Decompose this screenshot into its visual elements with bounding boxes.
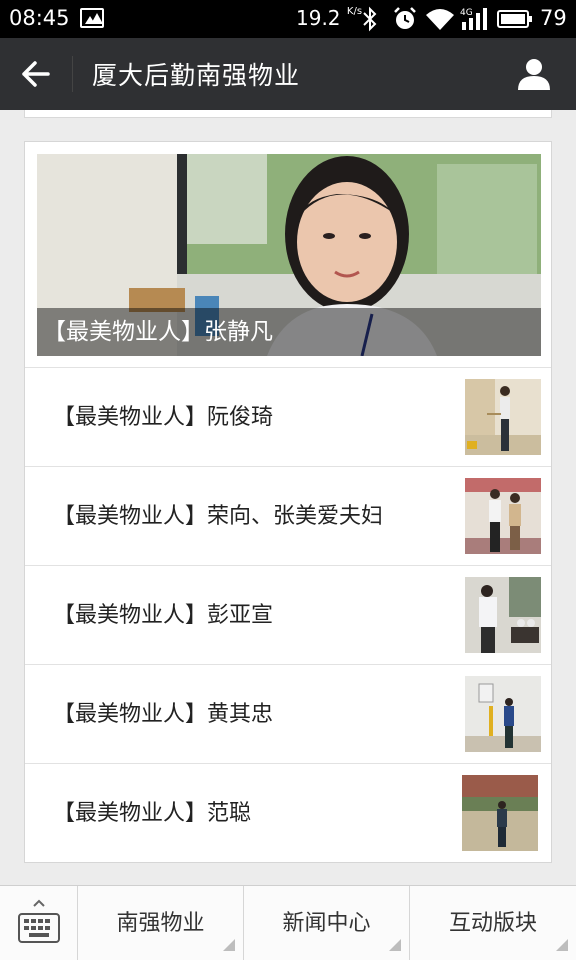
menu-news-center[interactable]: 新闻中心 xyxy=(244,886,410,960)
submenu-indicator-icon xyxy=(556,939,568,951)
keyboard-icon xyxy=(18,899,60,943)
cover-article[interactable]: 【最美物业人】张静凡 xyxy=(37,154,541,356)
image-notification-icon xyxy=(80,8,104,28)
signal-icon: 4G xyxy=(460,8,487,30)
profile-button[interactable] xyxy=(514,54,554,94)
back-arrow-icon xyxy=(22,61,50,87)
cover-caption: 【最美物业人】张静凡 xyxy=(37,308,541,356)
article-item-4[interactable]: 【最美物业人】黄其忠 xyxy=(25,665,551,764)
status-bar: 08:45 19.2 K/s 4G 79 xyxy=(0,0,576,38)
bottom-menu: 南强物业 新闻中心 互动版块 xyxy=(0,885,576,960)
article-title: 【最美物业人】范聪 xyxy=(53,801,252,826)
submenu-indicator-icon xyxy=(389,939,401,951)
alarm-icon xyxy=(394,7,416,29)
menu-interactive-section[interactable]: 互动版块 xyxy=(410,886,576,960)
person-icon xyxy=(518,59,550,90)
network-speed: 19.2 K/s xyxy=(296,6,362,30)
previous-card-edge xyxy=(24,110,552,118)
menu-label: 新闻中心 xyxy=(282,911,371,936)
page-title: 厦大后勤南强物业 xyxy=(92,61,301,90)
article-thumbnail xyxy=(465,676,541,752)
network-speed-value: 19.2 xyxy=(296,6,341,30)
bluetooth-icon xyxy=(363,6,377,32)
back-button[interactable] xyxy=(16,54,56,94)
header-divider xyxy=(72,56,73,92)
submenu-indicator-icon xyxy=(223,939,235,951)
article-item-2[interactable]: 【最美物业人】荣向、张美爱夫妇 xyxy=(25,467,551,566)
battery-level: 79 xyxy=(540,6,567,30)
article-thumbnail xyxy=(465,478,541,554)
article-thumbnail xyxy=(465,577,541,653)
wifi-icon xyxy=(426,9,454,30)
menu-label: 互动版块 xyxy=(448,911,537,936)
keyboard-toggle-button[interactable] xyxy=(0,886,78,960)
article-title: 【最美物业人】阮俊琦 xyxy=(53,405,274,430)
article-item-3[interactable]: 【最美物业人】彭亚宣 xyxy=(25,566,551,665)
article-title: 【最美物业人】黄其忠 xyxy=(53,702,274,727)
menu-label: 南强物业 xyxy=(116,911,205,936)
app-header: 厦大后勤南强物业 xyxy=(0,38,576,110)
status-time: 08:45 xyxy=(9,6,70,30)
article-item-1[interactable]: 【最美物业人】阮俊琦 xyxy=(25,368,551,467)
network-type-label: 4G xyxy=(460,8,473,18)
article-item-5[interactable]: 【最美物业人】范聪 xyxy=(25,764,551,863)
article-thumbnail xyxy=(465,379,541,455)
battery-icon xyxy=(497,10,532,28)
news-card: 【最美物业人】张静凡 【最美物业人】阮俊琦 【最美物业人】荣向、张美爱夫妇 【最… xyxy=(24,141,552,863)
article-title: 【最美物业人】荣向、张美爱夫妇 xyxy=(53,504,384,529)
article-title: 【最美物业人】彭亚宣 xyxy=(53,603,274,628)
network-speed-unit: K/s xyxy=(346,6,363,17)
article-thumbnail xyxy=(462,775,538,851)
menu-nanqiang-property[interactable]: 南强物业 xyxy=(78,886,244,960)
